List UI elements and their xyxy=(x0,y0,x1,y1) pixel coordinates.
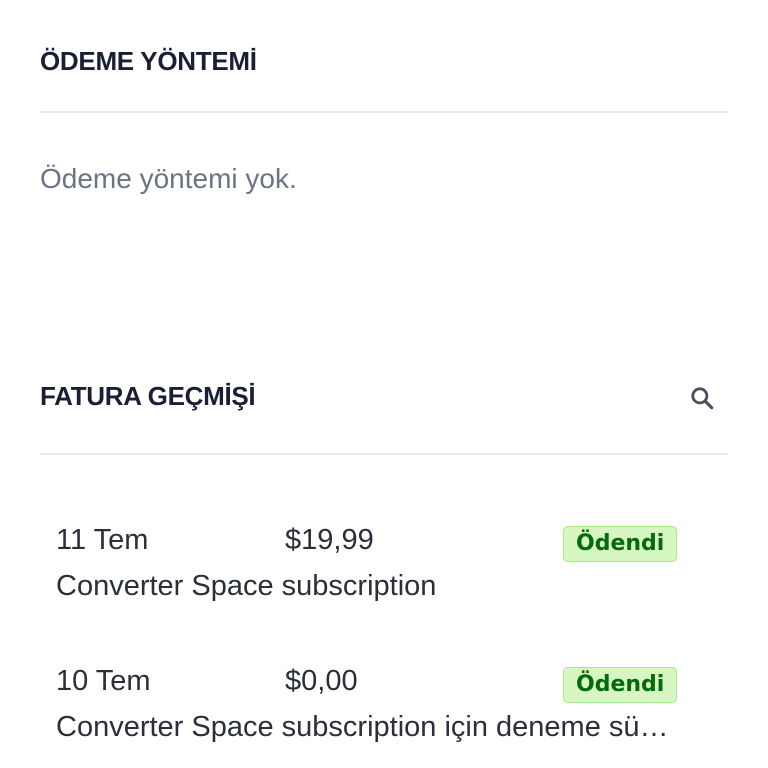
invoice-row[interactable]: 11 Tem $19,99 Ödendi Converter Space sub… xyxy=(56,524,728,614)
status-badge: Ödendi xyxy=(563,667,678,703)
no-payment-method-text: Ödeme yöntemi yok. xyxy=(40,163,297,194)
search-icon xyxy=(691,387,714,410)
invoice-amount: $19,99 xyxy=(285,524,374,556)
invoice-history-title: FATURA GEÇMİŞİ xyxy=(40,381,256,411)
payment-method-title: ÖDEME YÖNTEMİ xyxy=(40,46,257,76)
invoice-amount: $0,00 xyxy=(285,665,358,697)
invoice-history-divider xyxy=(40,453,728,455)
invoice-description: Converter Space subscription xyxy=(56,570,437,602)
invoice-date: 11 Tem xyxy=(56,524,149,556)
invoice-search-button[interactable] xyxy=(684,380,720,416)
invoice-row[interactable]: 10 Tem $0,00 Ödendi Converter Space subs… xyxy=(56,665,728,755)
invoice-description: Converter Space subscription için deneme… xyxy=(56,711,669,743)
invoice-date: 10 Tem xyxy=(56,665,151,697)
billing-page: ÖDEME YÖNTEMİ Ödeme yöntemi yok. FATURA … xyxy=(0,0,768,768)
payment-method-divider xyxy=(40,111,728,113)
status-badge: Ödendi xyxy=(563,526,678,562)
